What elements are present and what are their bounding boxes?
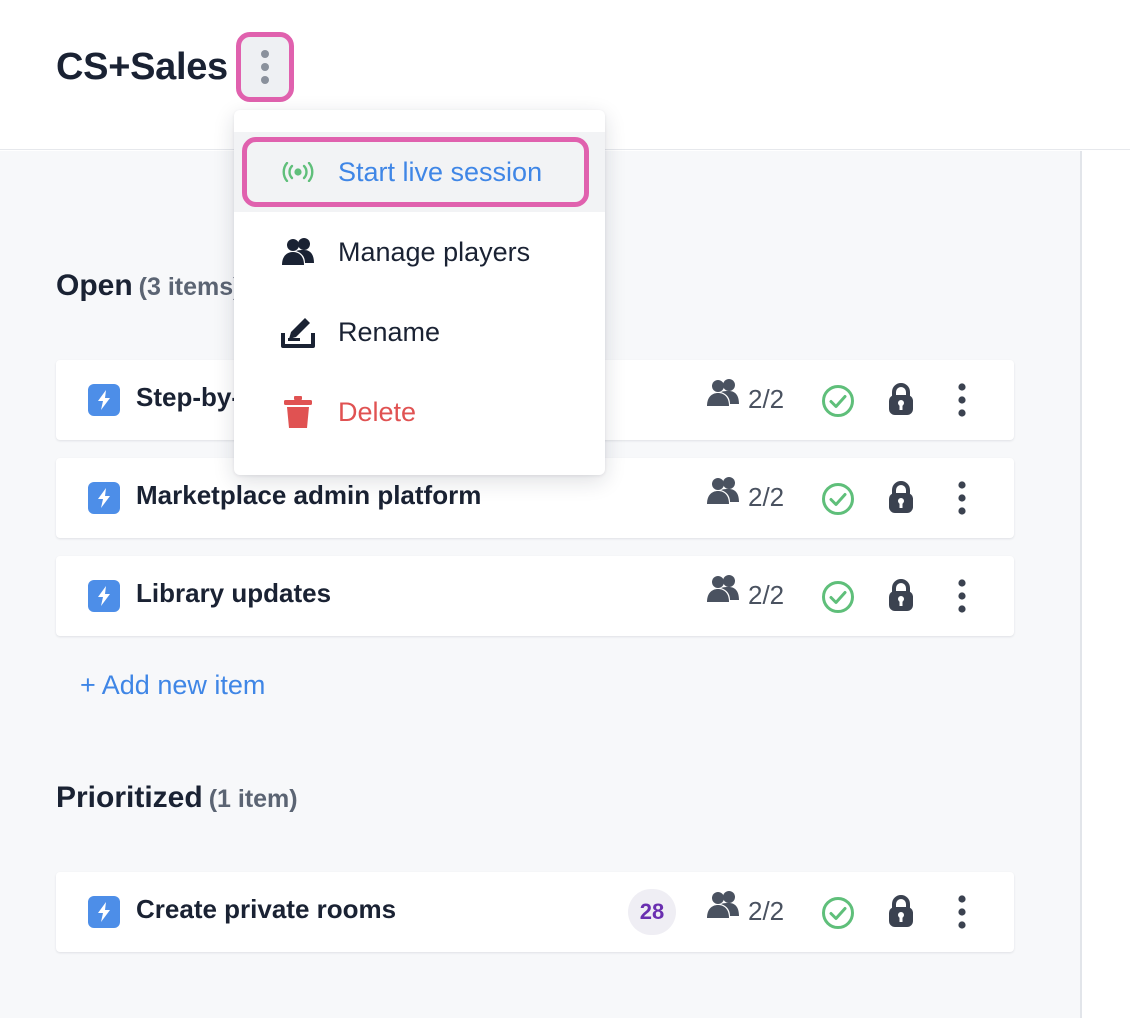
players-count: 2/2 xyxy=(748,580,785,610)
check-circle-icon[interactable] xyxy=(821,896,855,930)
item-row[interactable]: Create private rooms 28 2/2 xyxy=(56,872,1014,952)
check-circle-icon[interactable] xyxy=(821,384,855,418)
item-row[interactable]: Library updates 2/2 xyxy=(56,556,1014,636)
item-title[interactable]: Create private rooms xyxy=(136,894,396,925)
players-icon xyxy=(707,477,739,504)
rename-icon xyxy=(280,314,316,350)
right-rail xyxy=(1080,151,1130,1018)
lock-icon[interactable] xyxy=(887,894,915,928)
board-menu-button[interactable] xyxy=(236,32,294,102)
board-title: CS+Sales xyxy=(56,46,228,88)
add-new-item-link[interactable]: + Add new item xyxy=(80,670,265,701)
check-circle-icon[interactable] xyxy=(821,482,855,516)
lock-icon[interactable] xyxy=(887,578,915,612)
menu-item-start-live-session[interactable]: Start live session xyxy=(234,132,605,212)
players-icon xyxy=(707,891,739,918)
lock-icon[interactable] xyxy=(887,480,915,514)
trash-icon xyxy=(280,394,316,430)
players-count: 2/2 xyxy=(748,896,785,926)
kebab-icon[interactable] xyxy=(952,382,972,418)
section-title-open: Open (3 items) xyxy=(56,269,242,302)
board-menu-dropdown: Start live session Manage players Rename xyxy=(234,110,605,475)
kebab-icon[interactable] xyxy=(952,480,972,516)
kebab-icon[interactable] xyxy=(952,578,972,614)
section-count: (3 items) xyxy=(138,273,242,301)
kebab-icon[interactable] xyxy=(952,894,972,930)
item-title[interactable]: Marketplace admin platform xyxy=(136,480,481,511)
menu-item-label: Rename xyxy=(338,316,441,347)
highlight-outline xyxy=(242,137,589,207)
menu-item-delete[interactable]: Delete xyxy=(234,372,605,452)
menu-item-manage-players[interactable]: Manage players xyxy=(234,212,605,292)
check-circle-icon[interactable] xyxy=(821,580,855,614)
players-icon xyxy=(280,234,316,270)
menu-item-label: Delete xyxy=(338,396,417,427)
item-title[interactable]: Library updates xyxy=(136,578,331,609)
players-icon xyxy=(707,575,739,602)
bolt-icon xyxy=(88,580,120,612)
section-count: (1 item) xyxy=(208,785,298,813)
bolt-icon xyxy=(88,896,120,928)
bolt-icon xyxy=(88,384,120,416)
story-points-badge[interactable]: 28 xyxy=(628,889,676,935)
lock-icon[interactable] xyxy=(887,382,915,416)
menu-item-label: Manage players xyxy=(338,236,531,267)
kebab-icon xyxy=(261,50,269,84)
players-count: 2/2 xyxy=(748,482,785,512)
menu-item-rename[interactable]: Rename xyxy=(234,292,605,372)
players-icon xyxy=(707,379,739,406)
section-title-prioritized: Prioritized (1 item) xyxy=(56,781,298,814)
bolt-icon xyxy=(88,482,120,514)
players-count: 2/2 xyxy=(748,384,785,414)
